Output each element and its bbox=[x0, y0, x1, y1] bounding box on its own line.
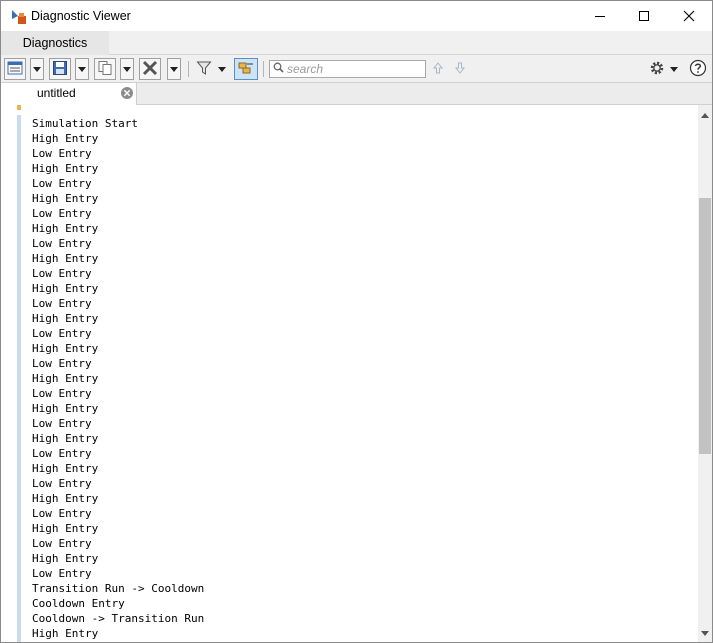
log-line: Low Entry bbox=[32, 207, 92, 220]
chevron-down-icon bbox=[670, 66, 678, 72]
log-line: High Entry bbox=[32, 372, 99, 385]
log-line: High Entry bbox=[32, 282, 99, 295]
log-lines: Simulation Start High Entry Low Entry High … bbox=[32, 116, 204, 641]
scrollbar-thumb[interactable] bbox=[699, 198, 711, 454]
log-line: High Entry bbox=[32, 252, 99, 265]
save-dropdown[interactable] bbox=[75, 58, 89, 80]
log-line: Low Entry bbox=[32, 477, 92, 490]
next-result-button[interactable] bbox=[452, 58, 468, 80]
ribbon-tab-strip: Diagnostics bbox=[1, 31, 712, 55]
app-icon bbox=[10, 7, 28, 25]
log-line: Low Entry bbox=[32, 147, 92, 160]
log-line: High Entry bbox=[32, 402, 99, 415]
group-icon bbox=[237, 60, 255, 79]
log-line: Low Entry bbox=[32, 177, 92, 190]
maximize-button[interactable] bbox=[621, 1, 667, 31]
log-line: Low Entry bbox=[32, 327, 92, 340]
scroll-down-button[interactable] bbox=[698, 626, 712, 640]
log-line: High Entry bbox=[32, 522, 99, 535]
log-line: High Entry bbox=[32, 432, 99, 445]
previous-result-button[interactable] bbox=[430, 58, 446, 80]
log-line: Low Entry bbox=[32, 417, 92, 430]
chevron-down-icon bbox=[123, 66, 131, 72]
group-messages-button[interactable] bbox=[234, 58, 258, 80]
log-line: High Entry bbox=[32, 342, 99, 355]
chevron-up-icon bbox=[701, 107, 709, 121]
log-content: Simulation Start High Entry Low Entry High … bbox=[1, 105, 698, 642]
gear-icon bbox=[649, 60, 665, 79]
clear-button[interactable] bbox=[139, 58, 161, 80]
copy-icon bbox=[97, 60, 113, 79]
log-line: Cooldown -> Transition Run bbox=[32, 612, 205, 625]
tab-diagnostics[interactable]: Diagnostics bbox=[1, 31, 109, 55]
toolbar-separator bbox=[188, 61, 189, 77]
help-icon bbox=[689, 59, 707, 80]
scroll-up-button[interactable] bbox=[698, 107, 712, 121]
tab-untitled[interactable]: untitled bbox=[1, 83, 137, 105]
log-line: Low Entry bbox=[32, 567, 92, 580]
search-input[interactable] bbox=[287, 62, 417, 76]
clear-icon bbox=[142, 60, 158, 79]
log-line: High Entry bbox=[32, 627, 99, 640]
arrow-up-icon bbox=[432, 61, 444, 77]
settings-button[interactable] bbox=[646, 58, 668, 80]
arrow-down-icon bbox=[454, 62, 466, 77]
log-line: Simulation Start bbox=[32, 117, 138, 130]
report-view-dropdown[interactable] bbox=[30, 58, 44, 80]
copy-dropdown[interactable] bbox=[120, 58, 134, 80]
log-line: High Entry bbox=[32, 222, 99, 235]
log-line: Cooldown Entry bbox=[32, 597, 125, 610]
save-button[interactable] bbox=[49, 58, 71, 80]
copy-button[interactable] bbox=[94, 58, 116, 80]
chevron-down-icon bbox=[78, 66, 86, 72]
log-line: High Entry bbox=[32, 132, 99, 145]
log-line: Low Entry bbox=[32, 387, 92, 400]
doc-tab-label: untitled bbox=[37, 86, 76, 100]
log-line: High Entry bbox=[32, 492, 99, 505]
filter-button[interactable] bbox=[193, 58, 215, 80]
chevron-down-icon bbox=[170, 66, 178, 72]
close-button[interactable] bbox=[666, 1, 712, 31]
window-title: Diagnostic Viewer bbox=[31, 9, 131, 23]
chevron-down-icon bbox=[33, 66, 41, 72]
minimize-button[interactable] bbox=[577, 1, 623, 31]
close-tab-icon[interactable] bbox=[120, 86, 134, 100]
log-line: Low Entry bbox=[32, 267, 92, 280]
chevron-down-icon bbox=[218, 66, 226, 72]
search-icon bbox=[273, 62, 284, 76]
search-box[interactable] bbox=[269, 60, 426, 78]
report-view-icon bbox=[7, 60, 23, 79]
log-line: Low Entry bbox=[32, 507, 92, 520]
log-line: Low Entry bbox=[32, 297, 92, 310]
message-group-bar bbox=[17, 115, 21, 642]
log-line: High Entry bbox=[32, 312, 99, 325]
log-line: Transition Run -> Cooldown bbox=[32, 582, 205, 595]
log-line: Low Entry bbox=[32, 447, 92, 460]
log-line: Low Entry bbox=[32, 357, 92, 370]
log-line: High Entry bbox=[32, 462, 99, 475]
chevron-down-icon bbox=[701, 626, 709, 640]
warning-marker bbox=[17, 105, 21, 110]
toolbar-separator bbox=[263, 61, 264, 77]
log-line: High Entry bbox=[32, 192, 99, 205]
document-tab-strip: untitled bbox=[1, 83, 712, 105]
log-line: High Entry bbox=[32, 162, 99, 175]
toolbar bbox=[1, 55, 712, 83]
vertical-scrollbar[interactable] bbox=[698, 105, 712, 642]
log-line: Low Entry bbox=[32, 537, 92, 550]
clear-dropdown[interactable] bbox=[167, 58, 181, 80]
log-line: Low Entry bbox=[32, 237, 92, 250]
filter-dropdown[interactable] bbox=[216, 58, 228, 80]
log-line: High Entry bbox=[32, 552, 99, 565]
save-icon bbox=[52, 60, 68, 79]
diagnostic-viewer-window: Diagnostic Viewer Diagnostics search unt… bbox=[0, 0, 713, 643]
help-button[interactable] bbox=[687, 58, 709, 80]
title-bar: Diagnostic Viewer bbox=[1, 1, 712, 31]
settings-dropdown[interactable] bbox=[668, 58, 680, 80]
report-view-button[interactable] bbox=[4, 58, 26, 80]
filter-icon bbox=[196, 60, 212, 79]
